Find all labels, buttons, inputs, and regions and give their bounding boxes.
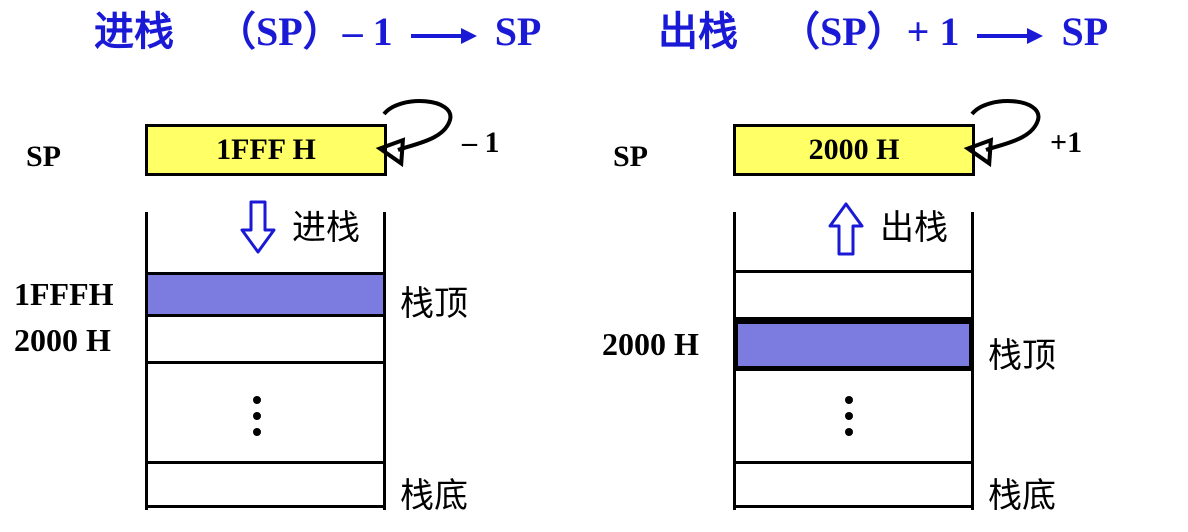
right-pop-label: 出栈 xyxy=(880,210,948,247)
pop-title-formula: （SP）+ 1 xyxy=(780,9,960,54)
right-address-2000: 2000 H xyxy=(602,326,699,362)
left-stack-bottom-cell xyxy=(145,461,386,508)
right-sp-register: 2000 H xyxy=(733,124,975,176)
left-sp-label: SP xyxy=(26,140,62,173)
left-sp-register: 1FFF H xyxy=(145,124,387,176)
left-stack-top-label: 栈顶 xyxy=(400,286,468,323)
left-stack-cell xyxy=(145,314,386,364)
pop-title-word: 出栈 xyxy=(658,9,738,54)
right-sp-label: SP xyxy=(613,140,649,173)
right-pop-up-arrow-icon xyxy=(828,202,864,256)
right-delta: +1 xyxy=(1050,126,1083,159)
push-title-arrow-icon xyxy=(410,27,477,44)
left-delta: – 1 xyxy=(462,126,500,159)
pop-title: 出栈 （SP）+ 1 SP xyxy=(658,4,1108,60)
push-title-word: 进栈 xyxy=(94,9,174,54)
left-push-down-arrow-icon xyxy=(240,200,276,254)
pop-title-target: SP xyxy=(1061,9,1109,54)
left-stack-top-cell xyxy=(145,272,386,317)
right-stack-top-label: 栈顶 xyxy=(988,338,1056,375)
pop-title-arrow-icon xyxy=(977,27,1044,44)
push-title: 进栈 （SP）– 1 SP xyxy=(94,4,541,60)
left-address-top: 1FFFH xyxy=(14,276,114,312)
push-title-target: SP xyxy=(494,9,542,54)
left-address-2000: 2000 H xyxy=(14,322,111,358)
right-stack-cell xyxy=(733,270,974,320)
right-stack-top-cell xyxy=(733,319,974,371)
left-push-label: 进栈 xyxy=(292,210,360,247)
left-stack-bottom-label: 栈底 xyxy=(400,478,468,515)
right-stack-bottom-label: 栈底 xyxy=(988,478,1056,515)
push-title-formula: （SP）– 1 xyxy=(216,9,393,54)
right-stack-bottom-cell xyxy=(733,461,974,508)
